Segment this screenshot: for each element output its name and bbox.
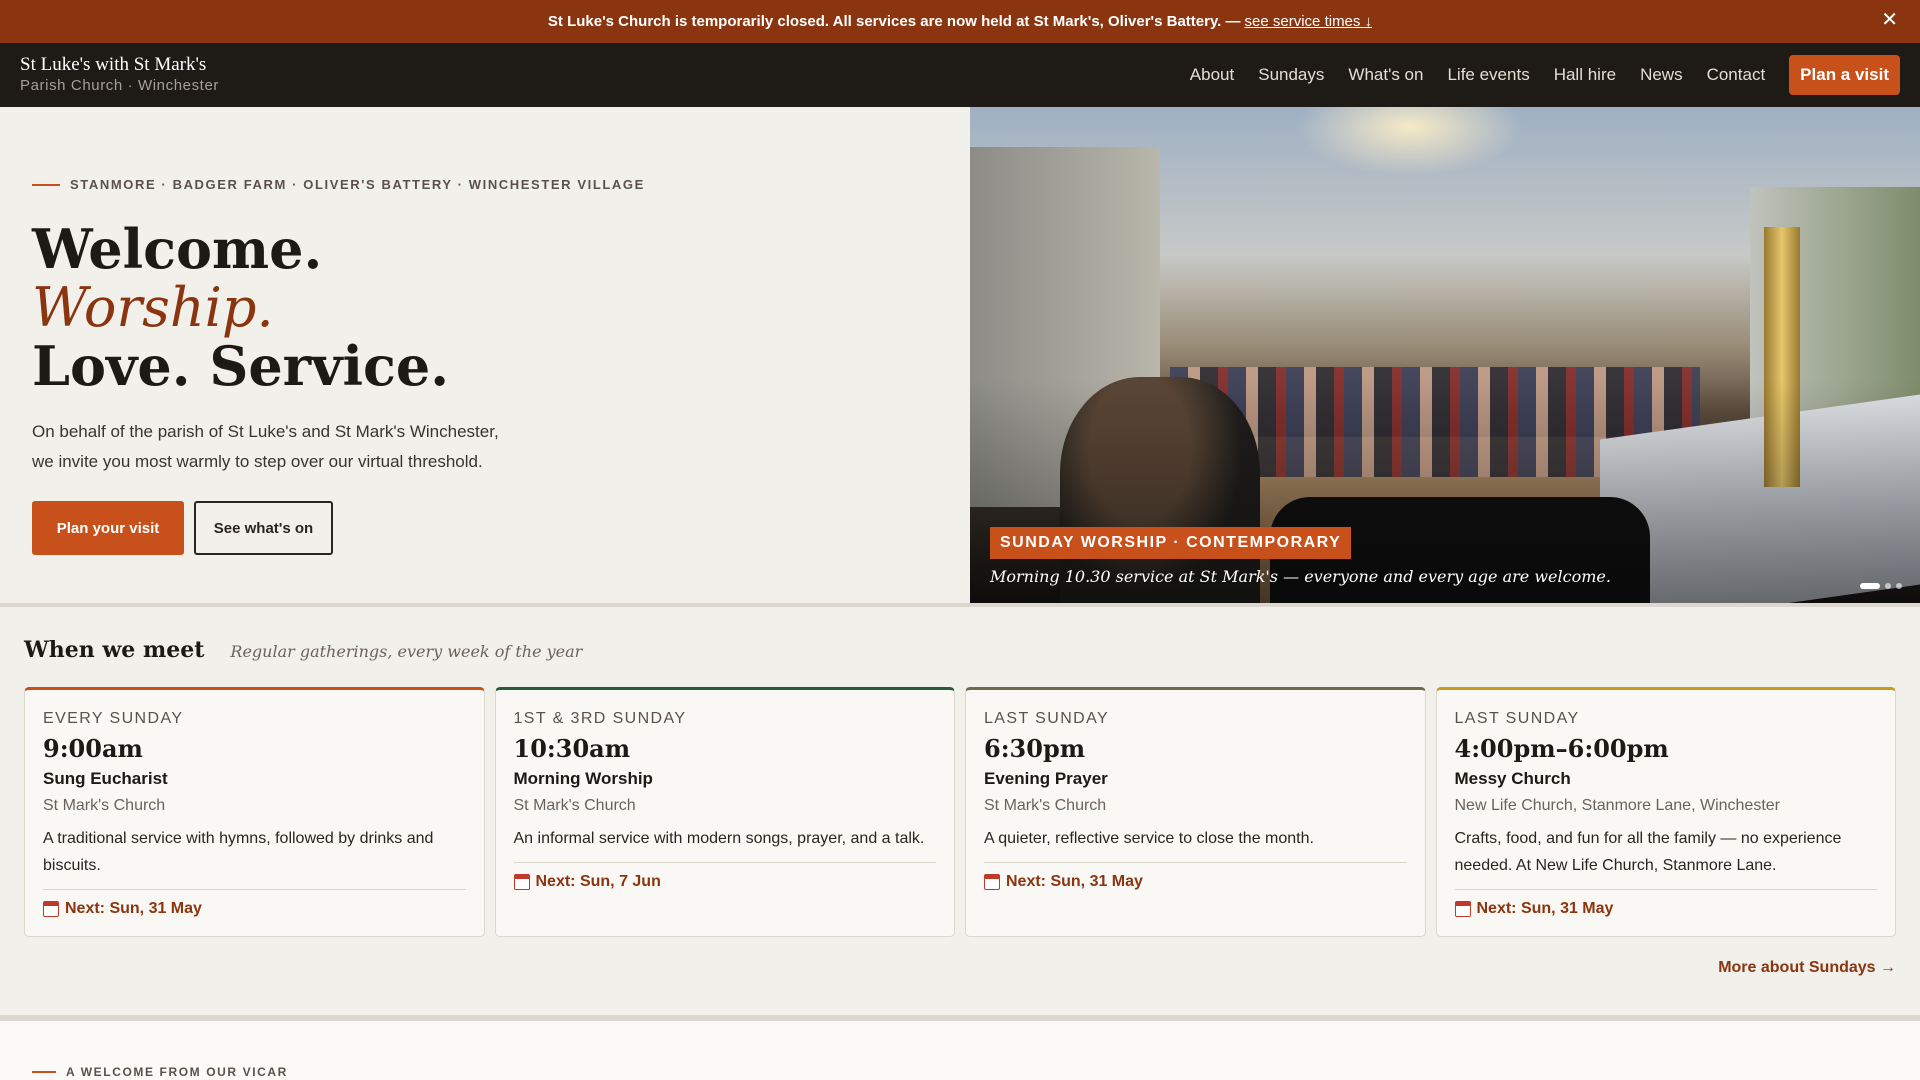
card-time: 9:00am — [43, 734, 143, 763]
nav-item-life-events[interactable]: Life events — [1447, 65, 1529, 85]
meet-title: When we meet — [24, 637, 205, 663]
announcement-bar: St Luke's Church is temporarily closed. … — [0, 0, 1920, 43]
nav-item-news[interactable]: News — [1640, 65, 1683, 85]
card-next-link[interactable]: Next: Sun, 31 May — [1454, 900, 1878, 918]
eyebrow-rule — [32, 1071, 56, 1073]
hero-section: STANMORE · BADGER FARM · OLIVER'S BATTER… — [0, 107, 1920, 607]
card-next-link[interactable]: Next: Sun, 31 May — [984, 873, 1407, 891]
site-header: St Luke's with St Mark's Parish Church ·… — [0, 43, 1920, 107]
vicar-welcome-section: A WELCOME FROM OUR VICAR — [0, 1015, 1920, 1080]
see-whats-on-button[interactable]: See what's on — [194, 501, 333, 555]
calendar-icon — [513, 874, 530, 890]
meet-subtitle: Regular gatherings, every week of the ye… — [230, 642, 583, 661]
plan-your-visit-button[interactable]: Plan your visit — [32, 501, 184, 555]
hero-photo: SUNDAY WORSHIP · CONTEMPORARY Morning 10… — [970, 107, 1920, 603]
hero-eyebrow: STANMORE · BADGER FARM · OLIVER'S BATTER… — [32, 177, 938, 192]
carousel-dot-1[interactable] — [1860, 583, 1880, 589]
close-icon[interactable]: ✕ — [1881, 10, 1898, 30]
card-description: An informal service with modern songs, p… — [513, 825, 936, 863]
service-times-link[interactable]: see service times ↓ — [1245, 13, 1373, 30]
card-name: Messy Church — [1454, 769, 1571, 788]
service-card: EVERY SUNDAY 9:00am Sung Eucharist St Ma… — [24, 687, 485, 937]
nav-item-about[interactable]: About — [1190, 65, 1234, 85]
card-location: St Mark's Church — [513, 797, 636, 814]
card-time: 6:30pm — [984, 734, 1086, 763]
card-when: LAST SUNDAY — [1454, 710, 1580, 727]
card-location: New Life Church, Stanmore Lane, Winchest… — [1454, 797, 1780, 814]
meet-header: When we meet Regular gatherings, every w… — [24, 637, 1896, 663]
service-cards: EVERY SUNDAY 9:00am Sung Eucharist St Ma… — [24, 687, 1896, 937]
eyebrow-rule — [32, 183, 60, 186]
nav-item-hall-hire[interactable]: Hall hire — [1554, 65, 1616, 85]
card-time: 4:00pm–6:00pm — [1454, 734, 1669, 763]
hero-heading-line1: Welcome. — [32, 217, 323, 281]
card-when: 1ST & 3RD SUNDAY — [513, 710, 687, 727]
carousel-dot-3[interactable] — [1896, 583, 1902, 589]
carousel-dot-2[interactable] — [1885, 583, 1891, 589]
card-location: St Mark's Church — [984, 797, 1107, 814]
service-card: LAST SUNDAY 4:00pm–6:00pm Messy Church N… — [1435, 687, 1896, 937]
plan-a-visit-button[interactable]: Plan a visit — [1789, 55, 1900, 95]
main-nav: About Sundays What's on Life events Hall… — [1166, 55, 1900, 95]
service-card: 1ST & 3RD SUNDAY 10:30am Morning Worship… — [494, 687, 955, 937]
calendar-icon — [1454, 901, 1471, 917]
card-name: Morning Worship — [513, 769, 653, 788]
hero-heading: Welcome. Worship. Love. Service. — [32, 220, 938, 395]
card-next-link[interactable]: Next: Sun, 31 May — [43, 900, 466, 918]
card-name: Evening Prayer — [984, 769, 1108, 788]
hero-eyebrow-text: STANMORE · BADGER FARM · OLIVER'S BATTER… — [70, 177, 645, 192]
hero-heading-line3: Love. Service. — [32, 334, 450, 398]
card-description: Crafts, food, and fun for all the family… — [1454, 825, 1877, 890]
hero-buttons: Plan your visit See what's on — [32, 501, 938, 555]
nav-item-whats-on[interactable]: What's on — [1348, 65, 1423, 85]
service-card: LAST SUNDAY 6:30pm Evening Prayer St Mar… — [965, 687, 1426, 937]
brand-subtitle: Parish Church · Winchester — [20, 77, 219, 94]
card-next-text: Next: Sun, 31 May — [1006, 873, 1143, 890]
card-next-text: Next: Sun, 31 May — [1476, 900, 1614, 917]
card-next-link[interactable]: Next: Sun, 7 Jun — [513, 873, 937, 891]
card-time: 10:30am — [513, 734, 631, 763]
hero-lead: On behalf of the parish of St Luke's and… — [32, 422, 499, 471]
nav-item-sundays[interactable]: Sundays — [1258, 65, 1324, 85]
card-location: St Mark's Church — [43, 797, 166, 814]
card-when: LAST SUNDAY — [984, 710, 1110, 727]
card-next-text: Next: Sun, 7 Jun — [535, 873, 661, 890]
hero-heading-line2: Worship. — [32, 276, 274, 339]
carousel-dots — [1855, 583, 1902, 589]
vicar-eyebrow: A WELCOME FROM OUR VICAR — [32, 1065, 1888, 1079]
card-next-text: Next: Sun, 31 May — [65, 900, 202, 917]
calendar-icon — [984, 874, 1000, 890]
calendar-icon — [43, 901, 59, 917]
brand-name: St Luke's with St Mark's — [20, 54, 207, 75]
caption-tag: SUNDAY WORSHIP · CONTEMPORARY — [990, 527, 1352, 559]
more-about-sundays-link[interactable]: More about Sundays → — [24, 959, 1896, 977]
nav-item-contact[interactable]: Contact — [1707, 65, 1766, 85]
when-we-meet-section: When we meet Regular gatherings, every w… — [0, 607, 1920, 1007]
vicar-eyebrow-text: A WELCOME FROM OUR VICAR — [66, 1065, 288, 1079]
announcement-text: St Luke's Church is temporarily closed. … — [547, 13, 1241, 30]
caption-text: Morning 10.30 service at St Mark's — eve… — [990, 567, 1611, 586]
card-description: A traditional service with hymns, follow… — [43, 825, 466, 890]
card-when: EVERY SUNDAY — [43, 710, 184, 727]
brand[interactable]: St Luke's with St Mark's Parish Church ·… — [20, 54, 219, 96]
hero-text: STANMORE · BADGER FARM · OLIVER'S BATTER… — [0, 107, 970, 603]
card-name: Sung Eucharist — [43, 769, 168, 788]
card-description: A quieter, reflective service to close t… — [984, 825, 1407, 863]
